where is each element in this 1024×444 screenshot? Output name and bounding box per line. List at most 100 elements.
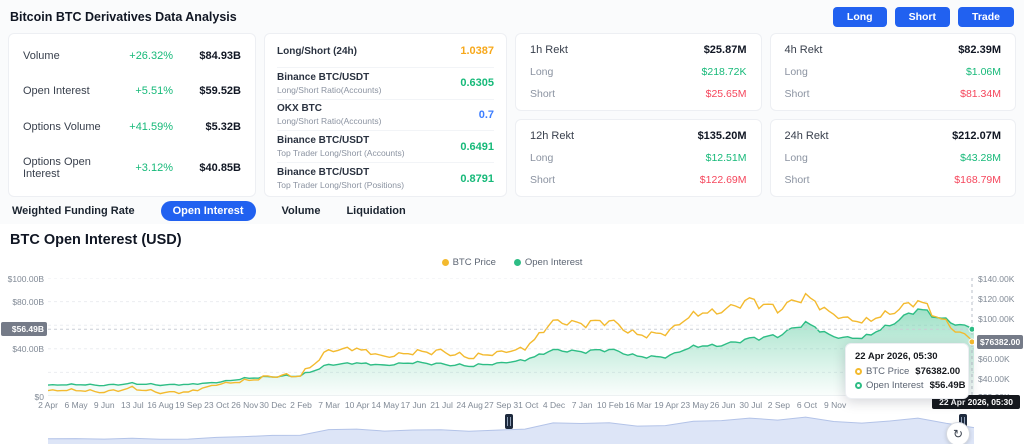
stat-change: +26.32% (129, 50, 173, 62)
ratio-label: Binance BTC/USDT (277, 167, 370, 179)
crosshair-oi-badge: $56.49B (1, 322, 47, 337)
rekt-title: 12h Rekt (530, 130, 575, 142)
ratio-row-top-trader-accounts: Binance BTC/USDT Top Trader Long/Short (… (277, 131, 494, 164)
tab-liquidation[interactable]: Liquidation (346, 205, 405, 217)
axis-tick-label: $100.00K (978, 313, 1015, 324)
stat-change: +41.59% (129, 120, 173, 133)
ratio-value: 0.8791 (460, 172, 494, 185)
stat-value: $84.93B (199, 50, 241, 62)
rekt-short-value: $122.69M (699, 174, 747, 186)
legend-item-open-interest[interactable]: Open Interest (513, 257, 583, 268)
ratio-label: Binance BTC/USDT (277, 135, 370, 147)
rekt-long-label: Long (784, 152, 808, 164)
ratio-row-top-trader-positions: Binance BTC/USDT Top Trader Long/Short (… (277, 163, 494, 194)
navigator-handle[interactable] (505, 414, 513, 429)
stat-row-options-open-interest: Options Open Interest +3.12% $40.85B (23, 156, 241, 180)
stat-label: Volume (23, 50, 60, 62)
tooltip-label: Open Interest (866, 380, 924, 391)
main-chart-plot[interactable] (48, 278, 974, 396)
rekt-short-value: $168.79M (954, 174, 1001, 186)
rekt-short-value: $81.34M (960, 88, 1001, 100)
rekt-card-12h: 12h Rekt $135.20M Long $12.51M Short $122.… (515, 119, 762, 197)
ratio-row-binance-accounts: Binance BTC/USDT Long/Short Ratio(Accoun… (277, 68, 494, 100)
rekt-long-value: $43.28M (960, 152, 1001, 164)
rekt-grid: 1h Rekt $25.87M Long $218.72K Short $25.65… (515, 33, 1016, 197)
rekt-total: $25.87M (703, 44, 747, 56)
tooltip-row-open-interest: Open Interest $56.49B (855, 380, 965, 391)
rekt-short-label: Short (530, 88, 556, 100)
axis-tick-label: $140.00K (978, 273, 1015, 284)
reset-zoom-button[interactable]: ↻ (946, 422, 970, 444)
crosshair-price-badge: $76382.00 (977, 334, 1024, 349)
stat-change: +5.51% (135, 85, 173, 98)
axis-tick-label: $60.00K (978, 353, 1010, 364)
rekt-card-24h: 24h Rekt $212.07M Long $43.28M Short $168.… (769, 119, 1016, 197)
legend-item-btc-price[interactable]: BTC Price (441, 257, 496, 268)
rekt-short-label: Short (784, 174, 810, 186)
tab-open-interest[interactable]: Open Interest (160, 201, 256, 221)
long-button[interactable]: Long (832, 7, 887, 27)
stat-row-volume: Volume +26.32% $84.93B (23, 50, 241, 62)
chart-tooltip: 22 Apr 2026, 05:30 BTC Price $76382.00 O… (845, 343, 969, 399)
rekt-total: $135.20M (697, 130, 747, 142)
stat-change: +3.12% (135, 161, 173, 174)
ratio-sublabel: Long/Short Ratio(Accounts) (277, 116, 382, 127)
ratio-sublabel: Top Trader Long/Short (Accounts) (277, 148, 405, 159)
axis-tick-label: $100.00B (7, 273, 44, 284)
rekt-long-value: $1.06M (965, 66, 1001, 78)
rekt-card-4h: 4h Rekt $82.39M Long $1.06M Short $81.34M (769, 33, 1016, 111)
stat-value: $40.85B (199, 161, 241, 174)
rekt-card-1h: 1h Rekt $25.87M Long $218.72K Short $25.65… (515, 33, 762, 111)
tooltip-date: 22 Apr 2026, 05:30 (855, 351, 938, 362)
btc-price-ring-icon (855, 368, 862, 375)
stat-value: $59.52B (199, 85, 241, 98)
chart-section: BTC Open Interest (USD) BTC Price Open I… (0, 224, 1024, 444)
page-title: Bitcoin BTC Derivatives Data Analysis (10, 10, 237, 24)
rekt-long-label: Long (784, 66, 808, 78)
rekt-long-value: $218.72K (701, 66, 747, 78)
top-bar: Bitcoin BTC Derivatives Data Analysis Lo… (0, 0, 1024, 33)
tooltip-row-btc-price: BTC Price $76382.00 (855, 366, 961, 377)
axis-tick-label: $40.00B (12, 344, 44, 355)
chart-title: BTC Open Interest (USD) (10, 232, 182, 248)
ratio-sublabel: Long/Short Ratio(Accounts) (277, 84, 382, 95)
rekt-long-label: Long (530, 152, 554, 164)
legend-label: Open Interest (524, 257, 583, 268)
chart-tabs: Weighted Funding Rate Open Interest Volu… (0, 197, 1024, 225)
tooltip-value: $76382.00 (915, 366, 961, 377)
axis-tick-label: $120.00K (978, 293, 1015, 304)
rekt-long-value: $12.51M (705, 152, 747, 164)
btc-price-legend-dot-icon (441, 259, 449, 266)
ratio-value: 0.6305 (460, 77, 494, 90)
open-interest-ring-icon (855, 382, 862, 389)
legend-label: BTC Price (452, 257, 496, 268)
ratio-value: 1.0387 (460, 45, 494, 58)
ratio-row-okx-accounts: OKX BTC Long/Short Ratio(Accounts) 0.7 (277, 100, 494, 132)
rekt-short-label: Short (784, 88, 810, 100)
trade-button[interactable]: Trade (957, 7, 1014, 27)
tooltip-label: BTC Price (866, 366, 910, 377)
ratio-value: 0.7 (478, 108, 494, 121)
ratio-row-long-short-24h: Long/Short (24h) 1.0387 (277, 36, 494, 68)
rekt-long-label: Long (530, 66, 554, 78)
tooltip-value: $56.49B (929, 380, 966, 391)
stat-row-options-volume: Options Volume +41.59% $5.32B (23, 121, 241, 133)
ratio-label: Binance BTC/USDT (277, 71, 370, 83)
ratio-sublabel: Top Trader Long/Short (Positions) (277, 180, 405, 191)
stat-label: Open Interest (23, 85, 90, 98)
ratio-label: OKX BTC (277, 103, 322, 115)
rekt-total: $212.07M (952, 130, 1001, 142)
chart-legend: BTC Price Open Interest (0, 257, 1024, 268)
ratio-value: 0.6491 (460, 140, 494, 153)
axis-tick-label: 9 Nov (823, 400, 847, 410)
rekt-title: 24h Rekt (784, 130, 829, 142)
open-interest-legend-dot-icon (513, 259, 521, 266)
long-short-ratio-card: Long/Short (24h) 1.0387 Binance BTC/USDT… (264, 33, 507, 197)
rekt-short-label: Short (530, 174, 556, 186)
stat-value: $5.32B (205, 120, 241, 133)
stat-label: Options Volume (23, 120, 101, 133)
rekt-short-value: $25.65M (705, 88, 747, 100)
short-button[interactable]: Short (894, 7, 950, 27)
tab-volume[interactable]: Volume (282, 205, 321, 217)
tab-weighted-funding-rate[interactable]: Weighted Funding Rate (12, 205, 135, 217)
